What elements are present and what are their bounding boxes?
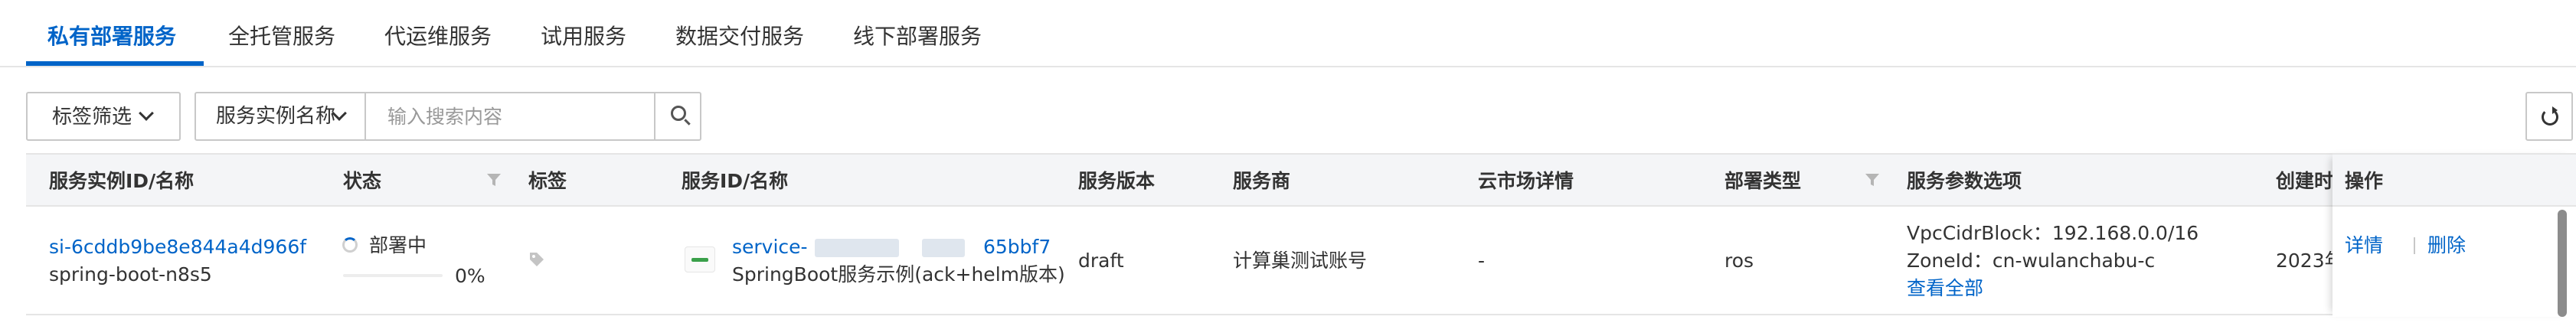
col-provider: 服务商	[1233, 170, 1291, 192]
instance-id-link[interactable]: si-6cddb9be8e844a4d966f	[49, 234, 306, 260]
tag-icon[interactable]	[528, 251, 545, 268]
instance-name: spring-boot-n8s5	[49, 263, 212, 285]
search-bar: 服务实例名称	[195, 92, 701, 141]
tag-filter-dropdown[interactable]: 标签筛选	[26, 92, 181, 141]
service-logo-icon	[685, 246, 715, 272]
search-input[interactable]	[368, 95, 645, 138]
col-operations: 操作	[2345, 170, 2384, 192]
vertical-scrollbar[interactable]	[2558, 210, 2567, 317]
tab-data-delivery[interactable]: 数据交付服务	[675, 23, 804, 51]
redacted-service-id	[922, 239, 965, 257]
search-button[interactable]	[654, 93, 701, 139]
operation-header: 操作	[2332, 153, 2576, 207]
service-tabs: 私有部署服务 全托管服务 代运维服务 试用服务 数据交付服务 线下部署服务	[0, 0, 2576, 67]
loading-spinner-icon	[342, 237, 358, 253]
service-id-prefix[interactable]: service-	[732, 234, 808, 260]
refresh-button[interactable]	[2525, 92, 2573, 141]
col-service-params: 服务参数选项	[1907, 170, 2022, 192]
search-field-label: 服务实例名称	[216, 105, 336, 128]
tab-trial[interactable]: 试用服务	[541, 23, 626, 51]
search-field-select[interactable]: 服务实例名称	[196, 93, 366, 139]
table-header: 服务实例ID/名称 状态 标签 服务ID/名称 服务版本 服务商 云市场详情 部…	[26, 153, 2576, 207]
status-text: 部署中	[369, 234, 427, 256]
service-name: SpringBoot服务示例(ack+helm版本)	[732, 263, 1065, 285]
view-all-params-link[interactable]: 查看全部	[1907, 276, 1983, 302]
table-row: si-6cddb9be8e844a4d966f spring-boot-n8s5…	[26, 207, 2576, 315]
service-version: draft	[1078, 250, 1124, 272]
col-deploy-type: 部署类型	[1724, 170, 1802, 192]
search-icon	[671, 106, 686, 121]
col-service-version: 服务版本	[1078, 170, 1156, 192]
market-detail: -	[1478, 250, 1486, 272]
tab-managed-ops[interactable]: 代运维服务	[384, 23, 492, 51]
divider	[2414, 237, 2415, 254]
chevron-down-icon	[139, 106, 154, 121]
progress-bar	[343, 274, 443, 277]
active-tab-indicator	[26, 61, 204, 66]
tab-fully-managed[interactable]: 全托管服务	[228, 23, 335, 51]
col-tags: 标签	[528, 170, 567, 192]
filter-icon[interactable]	[1864, 171, 1881, 188]
param-zone-id: ZoneId：cn-wulanchabu-c	[1907, 250, 2156, 272]
detail-link[interactable]: 详情	[2345, 233, 2383, 259]
operation-column: 操作 详情 删除	[2332, 153, 2576, 317]
filter-icon[interactable]	[485, 171, 502, 188]
tab-private-deployment[interactable]: 私有部署服务	[47, 23, 176, 51]
progress-text: 0%	[455, 265, 485, 287]
col-service-id-name: 服务ID/名称	[682, 170, 789, 192]
redacted-service-id	[815, 239, 899, 257]
col-instance-id-name: 服务实例ID/名称	[49, 170, 195, 192]
col-status: 状态	[343, 170, 382, 192]
tab-offline-deployment[interactable]: 线下部署服务	[853, 23, 982, 51]
tag-filter-label: 标签筛选	[52, 106, 132, 129]
service-id-suffix[interactable]: 65bbf7	[983, 234, 1051, 260]
col-created: 创建时	[2276, 170, 2334, 192]
service-provider: 计算巢测试账号	[1233, 250, 1368, 272]
col-market-detail: 云市场详情	[1478, 170, 1574, 192]
delete-link[interactable]: 删除	[2427, 233, 2466, 259]
deploy-type: ros	[1724, 250, 1754, 272]
param-vpc-cidr: VpcCidrBlock：192.168.0.0/16	[1907, 222, 2199, 244]
